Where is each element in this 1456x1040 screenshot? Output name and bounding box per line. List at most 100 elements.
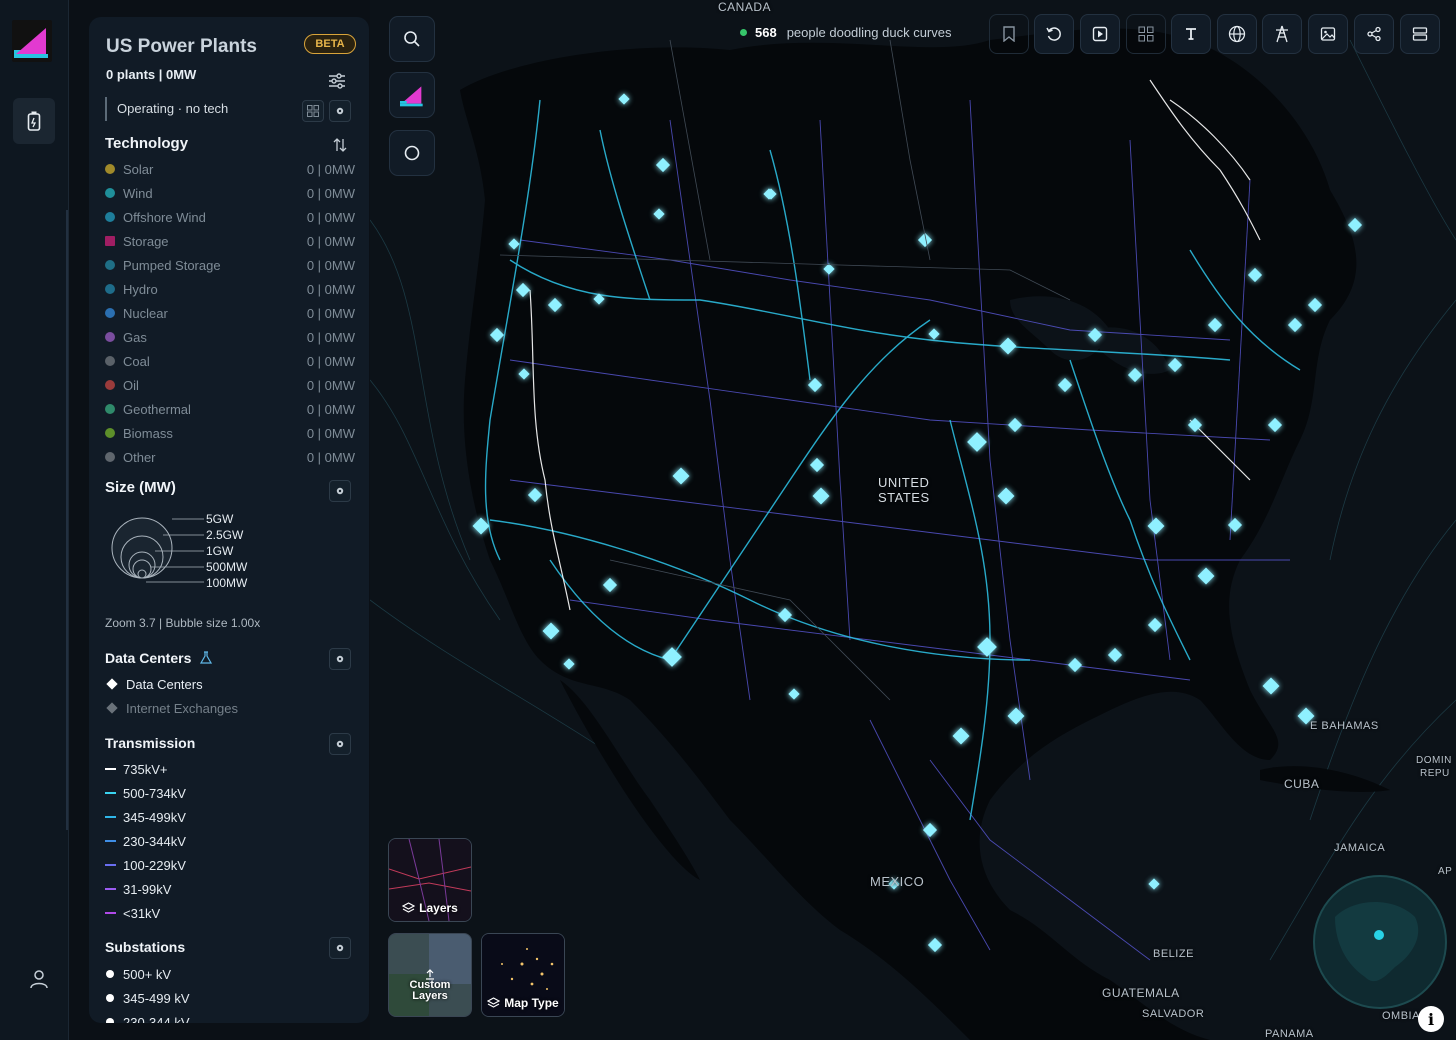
status-settings-button[interactable] — [329, 100, 351, 122]
search-button[interactable] — [389, 16, 435, 62]
technology-row-nuclear[interactable]: Nuclear 0 | 0MW — [105, 301, 355, 325]
grid-layout-button[interactable] — [1126, 14, 1166, 54]
technology-row-geothermal[interactable]: Geothermal 0 | 0MW — [105, 397, 355, 421]
map-canvas[interactable]: CANADA UNITED STATES MEXICO CUBA E BAHAM… — [370, 0, 1456, 1040]
diamond-icon — [106, 678, 118, 690]
technology-row-wind[interactable]: Wind 0 | 0MW — [105, 181, 355, 205]
globe-button[interactable] — [1217, 14, 1257, 54]
technology-row-oil[interactable]: Oil 0 | 0MW — [105, 373, 355, 397]
technology-color-swatch — [105, 212, 115, 222]
technology-color-swatch — [105, 356, 115, 366]
label-states: STATES — [878, 490, 930, 505]
technology-label: Biomass — [123, 425, 173, 441]
panel-toggle-button[interactable] — [1400, 14, 1440, 54]
status-filter[interactable]: Operating · no tech — [105, 97, 228, 121]
play-button[interactable] — [1080, 14, 1120, 54]
technology-color-swatch — [105, 404, 115, 414]
online-dot-icon — [740, 29, 747, 36]
label-cuba: CUBA — [1284, 777, 1320, 791]
technology-row-storage[interactable]: Storage 0 | 0MW — [105, 229, 355, 253]
technology-row-hydro[interactable]: Hydro 0 | 0MW — [105, 277, 355, 301]
transmission-settings-button[interactable] — [329, 733, 351, 755]
technology-value: 0 | 0MW — [306, 161, 355, 177]
size-label: 500MW — [206, 560, 248, 574]
left-rail — [0, 0, 69, 1040]
tower-icon — [1276, 25, 1288, 43]
technology-label: Nuclear — [123, 305, 168, 321]
substation-settings-button[interactable] — [329, 937, 351, 959]
map-type-tile[interactable]: Map Type — [481, 933, 565, 1017]
size-label: 1GW — [206, 544, 234, 558]
transmission-row[interactable]: <31kV — [105, 901, 186, 925]
transmission-row[interactable]: 345-499kV — [105, 805, 186, 829]
duck-curve-logo-icon — [400, 86, 423, 107]
size-title: Size (MW) — [105, 479, 176, 496]
transmission-row[interactable]: 500-734kV — [105, 781, 186, 805]
power-plants-layer-button[interactable] — [389, 72, 435, 118]
transmission-line-swatch — [105, 888, 116, 890]
transmission-row[interactable]: 735kV+ — [105, 757, 186, 781]
technology-row-offshore-wind[interactable]: Offshore Wind 0 | 0MW — [105, 205, 355, 229]
transmission-tower-button[interactable] — [1262, 14, 1302, 54]
technology-row-other[interactable]: Other 0 | 0MW — [105, 445, 355, 469]
technology-row-pumped-storage[interactable]: Pumped Storage 0 | 0MW — [105, 253, 355, 277]
technology-list: Solar 0 | 0MW Wind 0 | 0MW Offshore Wind 0 | … — [105, 157, 355, 469]
gear-icon — [336, 944, 344, 952]
transmission-line-swatch — [105, 768, 116, 770]
gear-icon — [336, 107, 344, 115]
label-canada: CANADA — [718, 0, 772, 14]
size-settings-button[interactable] — [329, 480, 351, 502]
substation-label: 500+ kV — [123, 966, 172, 982]
technology-color-swatch — [105, 164, 115, 174]
rail-scrollbar[interactable] — [66, 210, 68, 830]
transmission-row[interactable]: 31-99kV — [105, 877, 186, 901]
circle-icon — [404, 145, 420, 161]
user-icon[interactable] — [28, 968, 50, 990]
grid-view-button[interactable] — [302, 100, 324, 122]
label-dominican-1: DOMIN — [1416, 755, 1452, 766]
internet-exchanges-toggle[interactable]: Internet Exchanges — [105, 697, 238, 719]
layers-tile[interactable]: Layers — [388, 838, 472, 922]
label-salvador: SALVADOR — [1142, 1008, 1205, 1020]
substation-list: 500+ kV 345-499 kV 230-344 kV — [105, 962, 190, 1023]
transmission-row[interactable]: 100-229kV — [105, 853, 186, 877]
flask-icon — [200, 651, 213, 664]
substation-label: 230-344 kV — [123, 1014, 190, 1024]
substation-row[interactable]: 345-499 kV — [105, 986, 190, 1010]
image-export-button[interactable] — [1308, 14, 1348, 54]
share-button[interactable] — [1354, 14, 1394, 54]
sort-icon[interactable] — [332, 137, 348, 153]
technology-value: 0 | 0MW — [306, 329, 355, 345]
globe-minimap[interactable] — [1313, 875, 1447, 1009]
datacenter-settings-button[interactable] — [329, 648, 351, 670]
custom-layers-tile[interactable]: Custom Layers — [388, 933, 472, 1017]
label-dominican-2: REPU — [1420, 768, 1450, 779]
battery-plant-button[interactable] — [13, 98, 55, 144]
reset-button[interactable] — [1034, 14, 1074, 54]
transmission-row[interactable]: 230-344kV — [105, 829, 186, 853]
substation-row[interactable]: 230-344 kV — [105, 1010, 190, 1023]
text-button[interactable] — [1171, 14, 1211, 54]
technology-value: 0 | 0MW — [306, 257, 355, 273]
battery-icon — [27, 111, 41, 131]
transmission-line-swatch — [105, 912, 116, 914]
panels-icon — [1412, 27, 1428, 41]
info-button[interactable]: i — [1418, 1006, 1444, 1032]
label-jamaica: JAMAICA — [1334, 842, 1386, 854]
label-united: UNITED — [878, 475, 930, 490]
technology-row-solar[interactable]: Solar 0 | 0MW — [105, 157, 355, 181]
technology-row-gas[interactable]: Gas 0 | 0MW — [105, 325, 355, 349]
bookmark-button[interactable] — [989, 14, 1029, 54]
substation-row[interactable]: 500+ kV — [105, 962, 190, 986]
filter-sliders-icon[interactable] — [328, 73, 346, 89]
technology-label: Other — [123, 449, 156, 465]
technology-row-coal[interactable]: Coal 0 | 0MW — [105, 349, 355, 373]
data-centers-toggle[interactable]: Data Centers — [105, 673, 203, 695]
search-icon — [404, 31, 420, 47]
text-icon — [1186, 28, 1196, 40]
circle-select-button[interactable] — [389, 130, 435, 176]
technology-color-swatch — [105, 380, 115, 390]
app-logo[interactable] — [12, 20, 52, 62]
technology-row-biomass[interactable]: Biomass 0 | 0MW — [105, 421, 355, 445]
label-mexico: MEXICO — [870, 874, 925, 889]
